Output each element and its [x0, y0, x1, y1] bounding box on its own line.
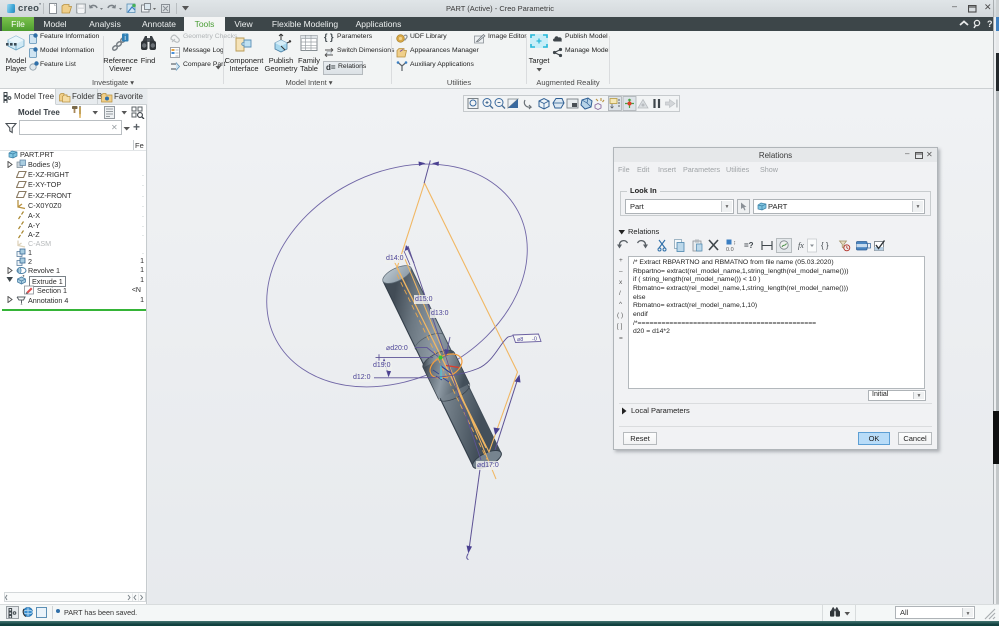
- svg-text:0.0: 0.0: [726, 247, 734, 253]
- svg-text:⌀8: ⌀8: [517, 337, 523, 343]
- svg-text:-0: -0: [532, 337, 537, 343]
- svg-text:=?: =?: [744, 241, 754, 250]
- svg-text:{ }: { }: [821, 241, 829, 250]
- svg-text:fx: fx: [798, 241, 804, 250]
- svg-text:↕: ↕: [733, 241, 736, 247]
